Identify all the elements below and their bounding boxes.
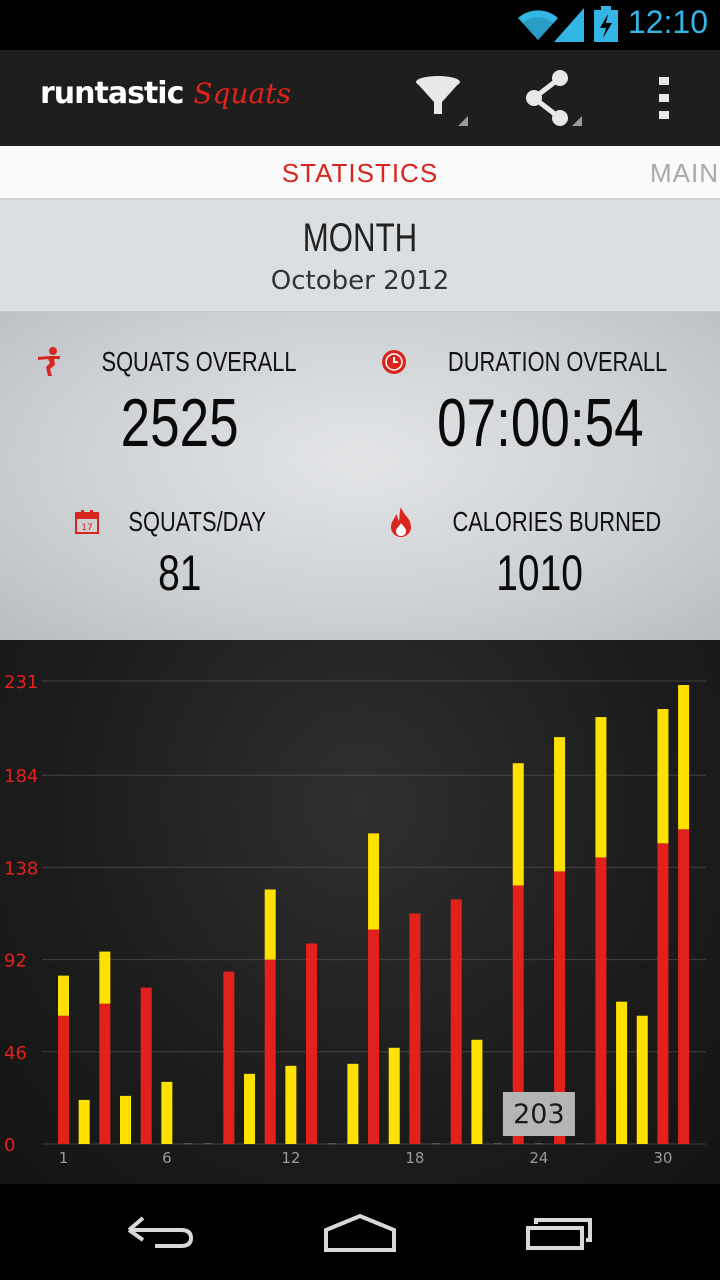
empty-day-marker: [204, 1143, 213, 1145]
bar-segment-yellow: [554, 737, 566, 872]
home-button[interactable]: [300, 1204, 420, 1260]
stat-calories-burned: CALORIES BURNED 1010: [360, 506, 720, 602]
back-icon: [127, 1216, 194, 1248]
empty-day-marker: [328, 1143, 337, 1145]
period-label: MONTH: [302, 216, 418, 260]
tab-main[interactable]: MAIN: [650, 158, 719, 189]
stats-panel: SQUATS OVERALL 2525 DURATION OVERALL 07:…: [0, 312, 720, 640]
bar-segment-red: [306, 943, 318, 1144]
svg-text:17: 17: [81, 523, 92, 533]
empty-day-marker: [431, 1143, 440, 1145]
action-bar: runtastic Squats: [0, 50, 720, 146]
daily-squats-chart[interactable]: 231 184 138 92 46 0 1 6 12 18 24 30 203: [0, 640, 720, 1184]
x-tick-label: 6: [162, 1149, 172, 1167]
bar-segment-yellow: [78, 1099, 90, 1144]
tab-strip: STATISTICS MAIN: [0, 146, 720, 200]
squats-overall-label: SQUATS OVERALL: [101, 346, 297, 377]
empty-day-marker: [493, 1143, 502, 1145]
calendar-icon: 17: [74, 510, 99, 534]
bar-segment-red: [99, 1003, 111, 1144]
navigation-bar: [0, 1184, 720, 1280]
bar-segment-yellow: [285, 1065, 297, 1144]
duration-overall-value: 07:00:54: [436, 385, 644, 461]
status-bar: 12:10: [0, 0, 720, 50]
y-tick-label: 92: [4, 951, 27, 972]
share-button[interactable]: [504, 50, 600, 146]
y-tick-label: 231: [4, 672, 38, 693]
bar-segment-red: [678, 829, 690, 1144]
bar-segment-yellow: [388, 1047, 400, 1144]
brand-name: runtastic: [40, 76, 184, 111]
bar-segment-yellow: [347, 1063, 359, 1144]
filter-icon: [416, 76, 468, 126]
stat-squats-overall: SQUATS OVERALL 2525: [0, 346, 360, 462]
bar-segment-yellow: [264, 889, 276, 960]
overflow-menu-icon: [659, 77, 669, 119]
signal-icon: [554, 8, 584, 42]
bar-segment-yellow: [678, 685, 690, 830]
stat-squats-per-day: 17 SQUATS/DAY 81: [0, 506, 360, 602]
calories-burned-value: 1010: [496, 545, 584, 601]
bar-segment-red: [368, 929, 380, 1144]
flame-icon: [391, 507, 412, 537]
bar-segment-yellow: [161, 1081, 173, 1144]
duration-overall-label: DURATION OVERALL: [448, 346, 668, 377]
chart-tooltip-label: 203: [513, 1099, 565, 1130]
share-icon: [526, 70, 582, 126]
bar-segment-red: [58, 1015, 69, 1144]
squats-per-day-value: 81: [158, 545, 202, 601]
bar-segment-yellow: [244, 1073, 256, 1144]
bar-segment-yellow: [636, 1015, 648, 1144]
x-tick-label: 24: [529, 1149, 548, 1167]
bar-segment-yellow: [471, 1039, 483, 1144]
x-tick-label: 12: [281, 1149, 300, 1167]
bar-segment-yellow: [120, 1095, 132, 1144]
x-tick-label: 30: [653, 1149, 672, 1167]
period-value: October 2012: [270, 266, 450, 296]
bar-segment-red: [140, 987, 152, 1144]
tab-statistics[interactable]: STATISTICS: [0, 158, 720, 189]
bar-segment-yellow: [512, 763, 524, 886]
empty-day-marker: [576, 1143, 585, 1145]
clock-icon: [382, 350, 407, 374]
chart-canvas: 231 184 138 92 46 0 1 6 12 18 24 30 203: [4, 672, 706, 1167]
bar-segment-yellow: [616, 1001, 628, 1144]
bar-segment-yellow: [368, 833, 380, 930]
y-tick-label: 138: [4, 858, 38, 879]
empty-day-marker: [183, 1143, 192, 1145]
squats-per-day-label: SQUATS/DAY: [128, 506, 266, 537]
app-name: Squats: [193, 77, 291, 110]
back-button[interactable]: [100, 1204, 220, 1260]
overflow-menu-button[interactable]: [616, 50, 712, 146]
y-tick-label: 184: [4, 766, 38, 787]
period-header[interactable]: MONTH October 2012: [0, 200, 720, 312]
app-logo: runtastic Squats: [40, 76, 291, 120]
bar-segment-red: [657, 843, 669, 1144]
bar-segment-red: [264, 959, 276, 1144]
bar-segment-red: [595, 857, 607, 1144]
y-tick-label: 0: [4, 1135, 15, 1156]
calories-burned-label: CALORIES BURNED: [452, 506, 662, 537]
bar-segment-yellow: [595, 717, 607, 858]
bar-segment-yellow: [58, 975, 69, 1016]
bar-segment-red: [223, 971, 235, 1144]
filter-button[interactable]: [392, 50, 488, 146]
bar-segment-red: [409, 913, 421, 1144]
recent-apps-icon: [526, 1218, 592, 1250]
battery-charging-icon: [594, 6, 618, 42]
stat-duration-overall: DURATION OVERALL 07:00:54: [360, 346, 720, 462]
squats-overall-value: 2525: [121, 385, 239, 461]
squat-person-icon: [37, 347, 60, 376]
bar-segment-red: [450, 899, 462, 1144]
y-tick-label: 46: [4, 1043, 27, 1064]
recent-apps-button[interactable]: [500, 1204, 620, 1260]
empty-day-marker: [534, 1143, 543, 1145]
bar-segment-yellow: [99, 951, 111, 1004]
home-icon: [324, 1213, 396, 1252]
x-tick-label: 18: [405, 1149, 424, 1167]
x-tick-label: 1: [59, 1149, 69, 1167]
clock-time: 12:10: [627, 4, 708, 40]
bar-segment-yellow: [657, 709, 669, 844]
